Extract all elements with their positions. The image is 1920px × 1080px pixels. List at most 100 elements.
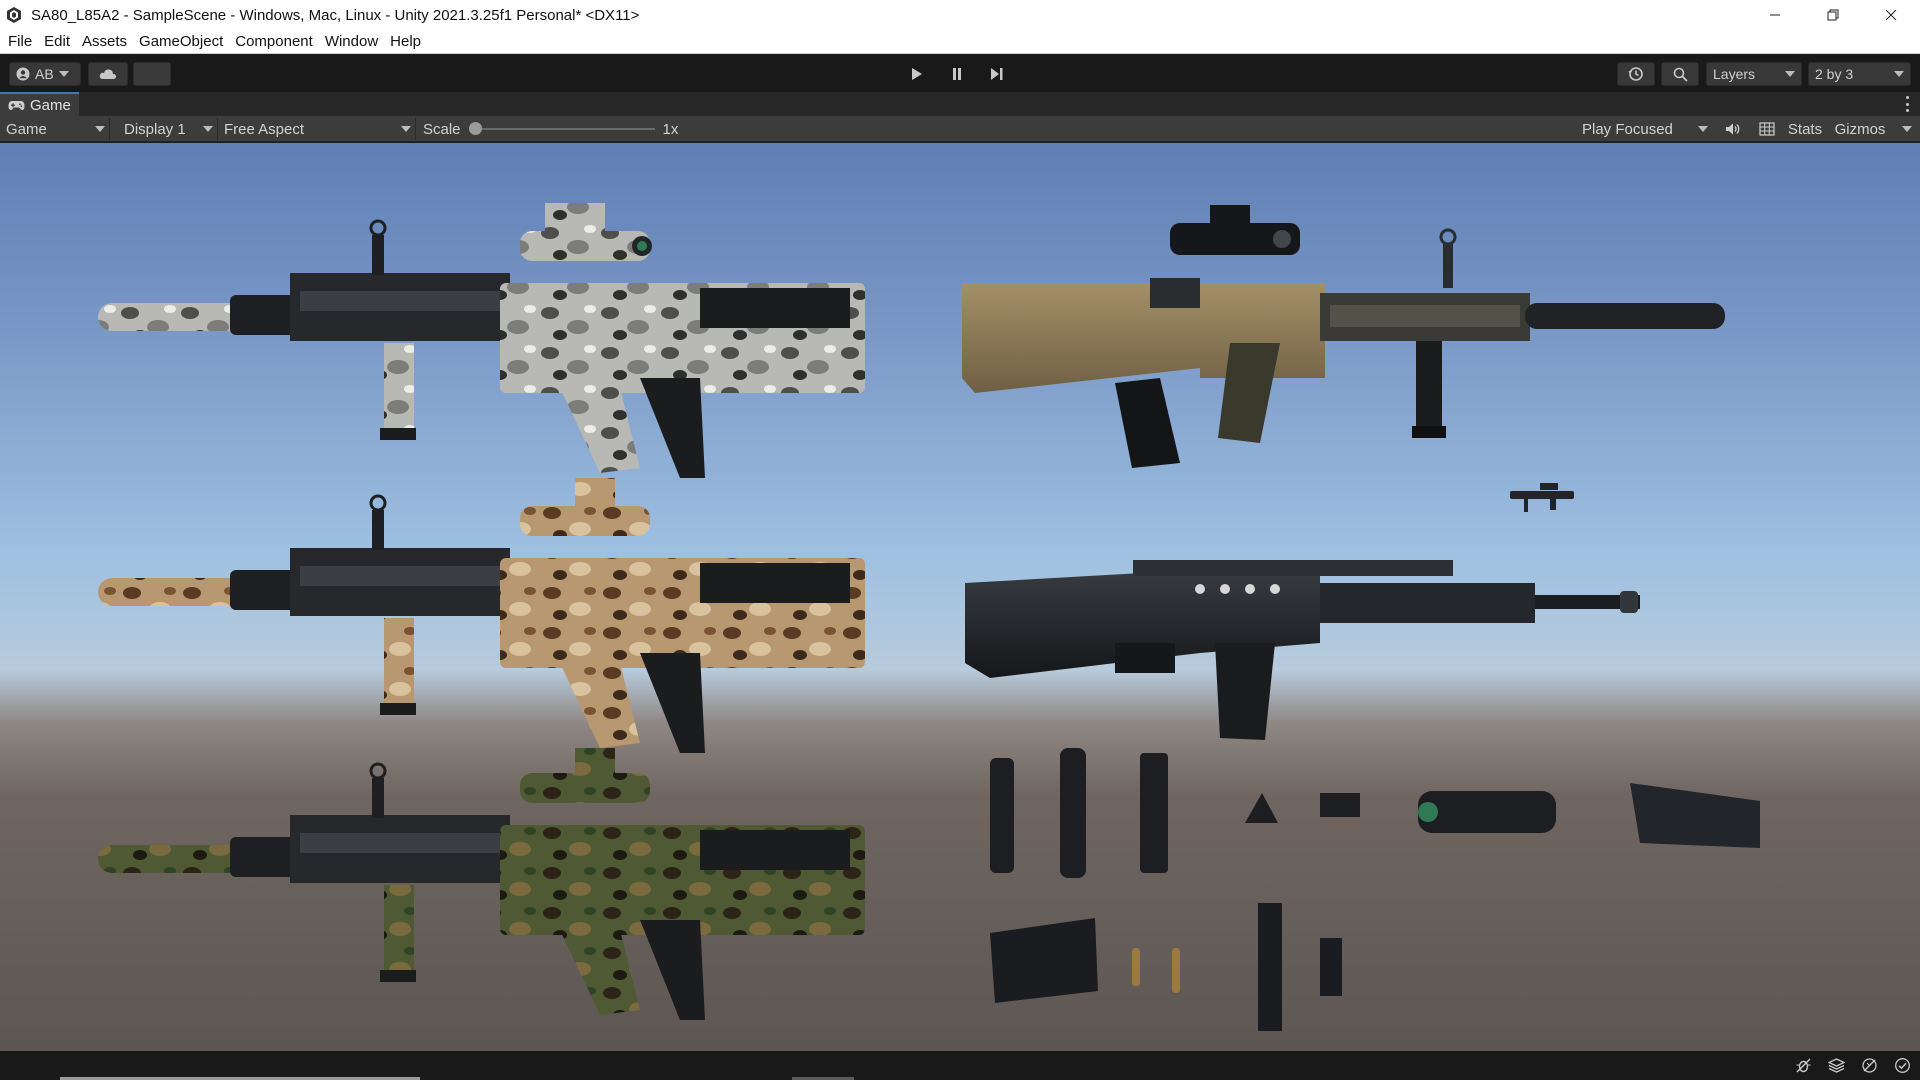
aspect-dropdown[interactable]: Free Aspect bbox=[220, 118, 416, 140]
rifle-urban-camo bbox=[98, 203, 865, 478]
play-icon bbox=[912, 68, 922, 80]
search-button[interactable] bbox=[1661, 62, 1699, 86]
game-view-controls: Game Display 1 Free Aspect Scale 1x Play… bbox=[0, 116, 1920, 142]
flashlight-part bbox=[990, 758, 1014, 873]
scale-slider[interactable] bbox=[468, 122, 655, 135]
unity-logo-icon bbox=[7, 7, 21, 23]
restore-icon bbox=[1827, 9, 1839, 21]
menu-assets[interactable]: Assets bbox=[76, 30, 133, 54]
game-window-tabbar: Game bbox=[0, 92, 1920, 116]
rail-part bbox=[1258, 903, 1282, 1031]
chevron-down-icon bbox=[95, 126, 105, 132]
rifle-desert-camo bbox=[98, 478, 865, 753]
cloud-button[interactable] bbox=[88, 62, 128, 86]
view-mode-dropdown[interactable]: Game bbox=[2, 118, 110, 140]
tab-game[interactable]: Game bbox=[0, 92, 79, 116]
menu-file[interactable]: File bbox=[2, 30, 38, 54]
close-icon bbox=[1885, 9, 1897, 21]
chevron-down-icon bbox=[1902, 126, 1912, 132]
menu-component[interactable]: Component bbox=[229, 30, 319, 54]
menu-window[interactable]: Window bbox=[319, 30, 384, 54]
search-icon bbox=[1673, 67, 1688, 82]
layers-dropdown[interactable]: Layers bbox=[1706, 62, 1802, 86]
rifle-woodland-camo bbox=[98, 748, 865, 1020]
cloud-icon bbox=[99, 69, 116, 79]
carry-handle-part bbox=[1630, 783, 1760, 848]
menu-edit[interactable]: Edit bbox=[38, 30, 76, 54]
lighting-icon[interactable] bbox=[1860, 1056, 1879, 1075]
magazine-parts bbox=[990, 903, 1342, 1031]
window-title: SA80_L85A2 - SampleScene - Windows, Mac,… bbox=[31, 6, 640, 24]
gizmos-dropdown[interactable] bbox=[1898, 118, 1916, 140]
speaker-icon bbox=[1726, 123, 1740, 135]
display-label: Display 1 bbox=[124, 120, 186, 138]
pause-button[interactable] bbox=[938, 62, 976, 86]
gizmos-label: Gizmos bbox=[1834, 120, 1886, 138]
tab-game-label: Game bbox=[30, 96, 71, 114]
layers-stack-icon[interactable] bbox=[1827, 1056, 1846, 1075]
minimize-button[interactable] bbox=[1746, 0, 1804, 30]
scene-render bbox=[98, 203, 1760, 1031]
menu-gameobject[interactable]: GameObject bbox=[133, 30, 229, 54]
bullet-part bbox=[1132, 948, 1140, 986]
chevron-down-icon bbox=[58, 71, 69, 77]
gamepad-icon bbox=[8, 100, 25, 110]
minimize-icon bbox=[1770, 14, 1780, 16]
rear-sight-part bbox=[1245, 793, 1278, 823]
play-controls bbox=[898, 62, 1016, 86]
scale-control: Scale 1x bbox=[423, 118, 678, 140]
chevron-down-icon bbox=[1698, 126, 1708, 132]
layers-label: Layers bbox=[1713, 66, 1756, 82]
rifle-small-preview bbox=[1510, 483, 1574, 512]
bullet-part bbox=[1172, 948, 1180, 993]
layout-label: 2 by 3 bbox=[1815, 66, 1854, 82]
stats-button[interactable]: Stats bbox=[1782, 118, 1828, 140]
checkmark-icon[interactable] bbox=[1893, 1056, 1912, 1075]
suppressor-part bbox=[1060, 748, 1086, 878]
gizmos-button[interactable]: Gizmos bbox=[1832, 118, 1888, 140]
bug-icon[interactable] bbox=[1794, 1056, 1813, 1075]
layout-dropdown[interactable]: 2 by 3 bbox=[1808, 62, 1911, 86]
step-icon bbox=[991, 68, 1003, 80]
rifle-tan bbox=[962, 205, 1725, 468]
grid-toggle-button[interactable] bbox=[1754, 118, 1780, 140]
close-button[interactable] bbox=[1862, 0, 1920, 30]
chevron-down-icon bbox=[203, 126, 213, 132]
aspect-label: Free Aspect bbox=[224, 120, 305, 138]
stats-label: Stats bbox=[1787, 120, 1823, 138]
account-label: AB bbox=[35, 66, 54, 82]
play-mode-label: Play Focused bbox=[1582, 120, 1673, 138]
main-toolbar: AB Layers 2 by 3 bbox=[0, 54, 1920, 92]
play-button[interactable] bbox=[898, 62, 936, 86]
scale-slider-thumb[interactable] bbox=[468, 122, 482, 135]
attachment-parts bbox=[990, 748, 1760, 878]
kebab-menu-icon[interactable] bbox=[1904, 96, 1910, 112]
display-dropdown[interactable]: Display 1 bbox=[120, 118, 218, 140]
menu-bar: File Edit Assets GameObject Component Wi… bbox=[0, 30, 1920, 54]
pause-icon bbox=[953, 68, 961, 80]
restore-button[interactable] bbox=[1804, 0, 1862, 30]
scale-label: Scale bbox=[423, 120, 461, 138]
mute-audio-button[interactable] bbox=[1720, 118, 1746, 140]
collab-button[interactable] bbox=[133, 62, 171, 86]
account-icon bbox=[16, 67, 30, 81]
menu-help[interactable]: Help bbox=[384, 30, 427, 54]
scale-value: 1x bbox=[662, 120, 679, 138]
window-title-bar: SA80_L85A2 - SampleScene - Windows, Mac,… bbox=[0, 0, 1920, 30]
history-icon bbox=[1628, 67, 1643, 81]
grid-icon bbox=[1759, 122, 1775, 136]
chevron-down-icon bbox=[401, 126, 411, 132]
game-viewport[interactable] bbox=[0, 143, 1920, 1051]
play-mode-dropdown[interactable]: Play Focused bbox=[1578, 118, 1712, 140]
rail-short-part bbox=[1320, 938, 1342, 996]
account-dropdown[interactable]: AB bbox=[9, 62, 81, 86]
chevron-down-icon bbox=[1785, 71, 1795, 77]
status-bar bbox=[0, 1051, 1920, 1080]
scope-part bbox=[1418, 791, 1556, 833]
undo-history-button[interactable] bbox=[1617, 62, 1655, 86]
step-button[interactable] bbox=[978, 62, 1016, 86]
view-mode-label: Game bbox=[6, 120, 47, 138]
rifle-black bbox=[965, 560, 1640, 740]
foregrip-part bbox=[1140, 753, 1168, 873]
chevron-down-icon bbox=[1894, 71, 1904, 77]
